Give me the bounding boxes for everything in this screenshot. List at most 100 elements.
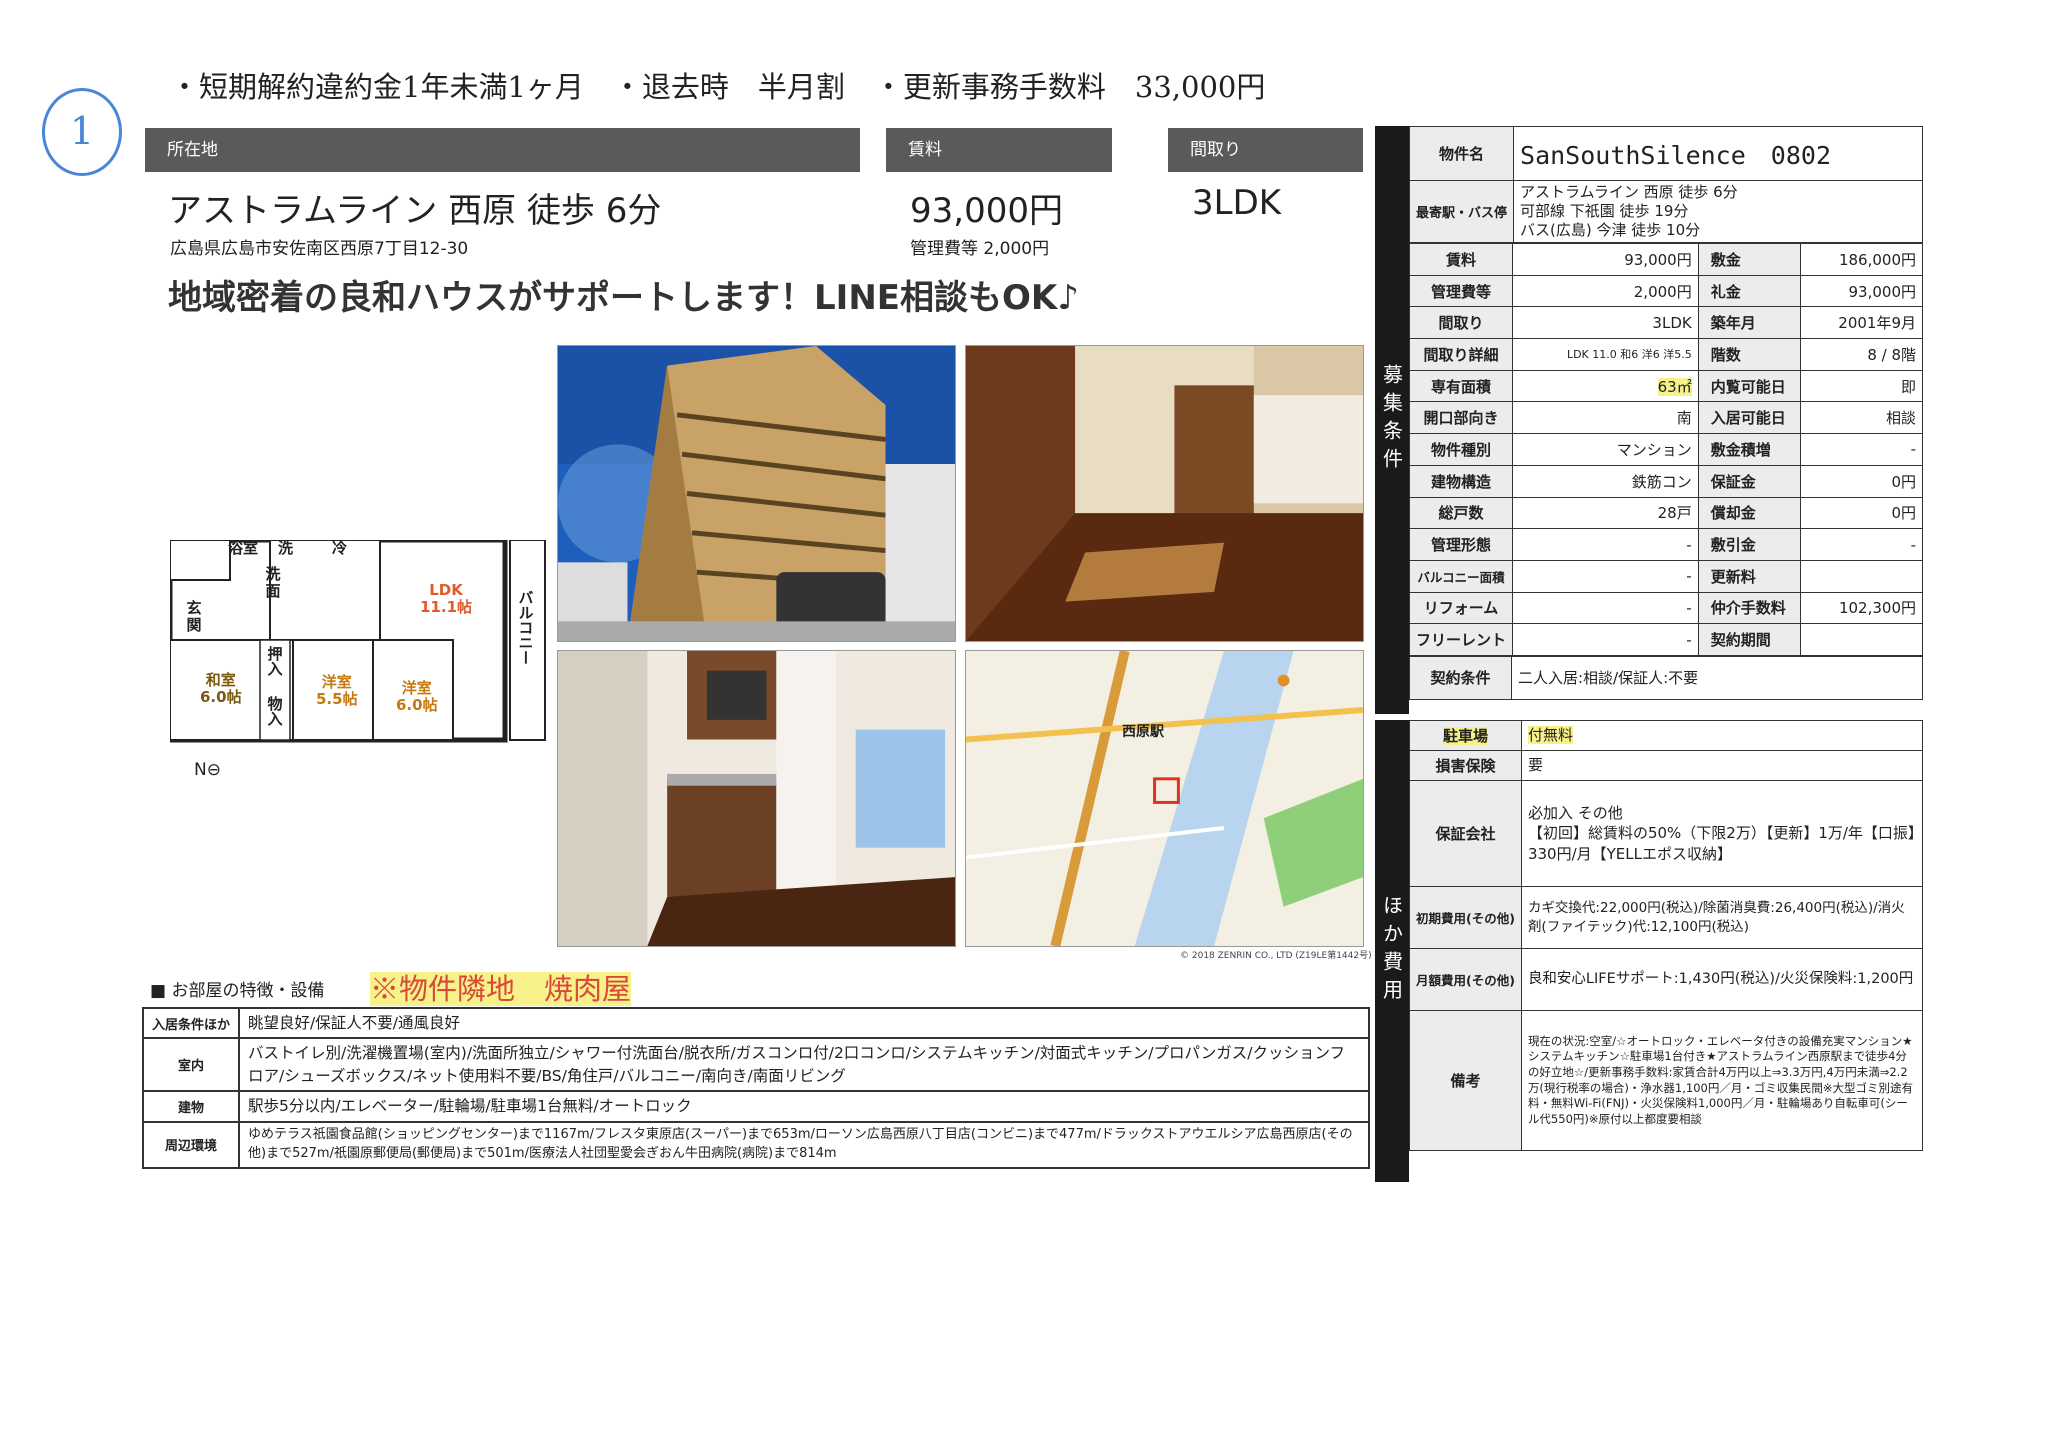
compass-icon: N⊖ [194, 760, 221, 780]
cost-row: 月額費用(その他) 良和安心LIFEサポート:1,430円(税込)/火災保険料:1… [1409, 948, 1924, 1011]
condition-value: 2,000円 [1512, 274, 1699, 308]
cost-value: 現在の状況:空室/☆オートロック・エレベータ付きの設備充実マンション★システムキ… [1520, 1010, 1924, 1151]
fp-wash2: 洗面 [265, 565, 281, 600]
condition-row: 間取り 3LDK 築年月 2001年9月 [1408, 306, 1924, 340]
condition-key: フリーレント [1408, 623, 1514, 656]
area-map: 西原駅 [965, 650, 1364, 947]
condition-value: 0円 [1799, 496, 1924, 530]
building-photo [557, 345, 956, 642]
cost-value: 良和安心LIFEサポート:1,430円(税込)/火災保険料:1,200円 [1520, 948, 1924, 1011]
condition-row: 総戸数 28戸 償却金 0円 [1408, 496, 1924, 530]
floor-plan: 浴室 洗 洗面 冷 玄関 LDK 11.1帖 バルコニー 和室 6.0帖 押入 … [170, 540, 550, 775]
fp-monoire: 物入 [265, 696, 284, 726]
cost-row: 損害保険要 [1409, 750, 1924, 781]
condition-row: 建物構造 鉄筋コン 保証金 0円 [1408, 464, 1924, 498]
contract-key: 契約条件 [1409, 655, 1512, 700]
fp-ldk: LDK 11.1帖 [420, 581, 473, 616]
condition-row: 専有面積 63㎡ 内覧可能日即 [1408, 369, 1924, 403]
fp-reizo: 冷 [332, 539, 348, 557]
layout-value: 3LDK [1192, 183, 1282, 223]
condition-key: 総戸数 [1408, 496, 1514, 530]
condition-value: 鉄筋コン [1512, 464, 1699, 498]
condition-key: 償却金 [1697, 496, 1801, 530]
condition-key: 賃料 [1408, 243, 1514, 276]
cost-value: 付無料 [1520, 720, 1924, 751]
cost-value: 要 [1520, 750, 1924, 781]
condition-value: 102,300円 [1799, 591, 1924, 625]
condition-row: バルコニー面積 - 更新料 [1408, 559, 1924, 593]
condition-key: 敷金積増 [1697, 433, 1801, 466]
fp-oshiire: 押入 [265, 646, 284, 676]
features-heading: ■ お部屋の特徴・設備 [150, 981, 325, 1001]
hand-mark-text: 1 [69, 109, 95, 153]
condition-key: 間取り [1408, 306, 1514, 340]
condition-key: 礼金 [1697, 274, 1801, 308]
other-costs-band: ほか費用 [1375, 720, 1409, 1182]
feature-value: バストイレ別/洗濯機置場(室内)/洗面所独立/シャワー付洗面台/脱衣所/ガスコン… [238, 1037, 1370, 1093]
other-costs-table: 駐車場 付無料 損害保険要 保証会社 必加入 その他 【初回】総賃料の50%（下限2… [1409, 720, 1924, 1151]
property-name: SanSouthSilence 0802 [1513, 126, 1923, 181]
condition-key: 入居可能日 [1697, 401, 1801, 435]
condition-value: 8 / 8階 [1799, 338, 1924, 371]
station-access: アストラムライン 西原 徒歩 6分 [168, 191, 662, 231]
condition-value: - [1512, 591, 1699, 625]
condition-key: 契約期間 [1697, 623, 1801, 656]
cost-key: 保証会社 [1409, 780, 1522, 887]
condition-key: 敷引金 [1697, 528, 1801, 561]
feature-key: 周辺環境 [141, 1120, 241, 1169]
condition-row: 間取り詳細 LDK 11.0 和6 洋6 洋5.5 階数 8 / 8階 [1408, 338, 1924, 371]
kitchen-photo [557, 650, 956, 947]
condition-row: フリーレント - 契約期間 [1408, 623, 1924, 656]
feature-row: 建物 駅歩5分以内/エレベーター/駐輪場/駐車場1台無料/オートロック [141, 1090, 1370, 1123]
condition-value: マンション [1512, 433, 1699, 466]
condition-key: 管理形態 [1408, 528, 1514, 561]
condition-value [1799, 559, 1924, 593]
cost-key: 初期費用(その他) [1409, 886, 1522, 949]
station-key: 最寄駅・バス停 [1408, 180, 1515, 243]
condition-row: 物件種別 マンション 敷金積増 - [1408, 433, 1924, 466]
condition-key: 更新料 [1697, 559, 1801, 593]
condition-value: - [1512, 559, 1699, 593]
cost-key: 備考 [1409, 1010, 1522, 1151]
condition-key: 建物構造 [1408, 464, 1514, 498]
condition-key: 保証金 [1697, 464, 1801, 498]
condition-key: 築年月 [1697, 306, 1801, 340]
property-name-key: 物件名 [1408, 126, 1515, 181]
condition-key: 内覧可能日 [1697, 369, 1801, 403]
condition-key: 物件種別 [1408, 433, 1514, 466]
slogan: 地域密着の良和ハウスがサポートします！LINE相談もOK♪ [168, 278, 1079, 318]
station-lines: アストラムライン 西原 徒歩 6分 可部線 下祇園 徒歩 19分 バス(広島) 今津… [1513, 180, 1923, 243]
fp-wash1: 洗 [278, 539, 294, 557]
condition-value: 93,000円 [1799, 274, 1924, 308]
handwritten-circle-mark: 1 [42, 88, 122, 176]
cost-key: 月額費用(その他) [1409, 948, 1522, 1011]
other-costs-panel: 駐車場 付無料 損害保険要 保証会社 必加入 その他 【初回】総賃料の50%（下限2… [1409, 720, 1924, 1151]
feature-key: 入居条件ほか [141, 1006, 241, 1040]
condition-value: - [1512, 528, 1699, 561]
condition-key: リフォーム [1408, 591, 1514, 625]
feature-value: 駅歩5分以内/エレベーター/駐輪場/駐車場1台無料/オートロック [238, 1090, 1370, 1123]
condition-value: - [1799, 528, 1924, 561]
rent-value: 93,000円 [910, 191, 1063, 231]
feature-value: 眺望良好/保証人不要/通風良好 [238, 1006, 1370, 1040]
fp-bath: 浴室 [228, 539, 259, 557]
condition-value: 即 [1799, 369, 1924, 403]
condition-value: 63㎡ [1512, 369, 1699, 403]
layout-header: 間取り [1168, 128, 1363, 172]
property-table: 物件名 SanSouthSilence 0802 最寄駅・バス停 アストラムライン … [1408, 126, 1923, 243]
condition-value: 相談 [1799, 401, 1924, 435]
fp-washitsu: 和室 6.0帖 [200, 671, 242, 706]
feature-row: 周辺環境 ゆめテラス祇園食品館(ショッピングセンター)まで1167m/フレスタ東原… [141, 1120, 1370, 1169]
condition-value: 2001年9月 [1799, 306, 1924, 340]
condition-key: 開口部向き [1408, 401, 1514, 435]
fp-genkan: 玄関 [186, 599, 202, 634]
rent-header: 賃料 [886, 128, 1112, 172]
condition-value: 0円 [1799, 464, 1924, 498]
features-table: 入居条件ほか 眺望良好/保証人不要/通風良好 室内 バストイレ別/洗濯機置場(室内)… [141, 1006, 1370, 1169]
condition-row: リフォーム - 仲介手数料 102,300円 [1408, 591, 1924, 625]
cost-row: 備考 現在の状況:空室/☆オートロック・エレベータ付きの設備充実マンション★システ… [1409, 1010, 1924, 1151]
feature-row: 入居条件ほか 眺望良好/保証人不要/通風良好 [141, 1006, 1370, 1040]
address: 広島県広島市安佐南区西原7丁目12-30 [170, 239, 469, 259]
conditions-table: 賃料 93,000円 敷金 186,000円 管理費等 2,000円 礼金 93,000円 間取… [1408, 243, 1924, 656]
location-header: 所在地 [145, 128, 860, 172]
